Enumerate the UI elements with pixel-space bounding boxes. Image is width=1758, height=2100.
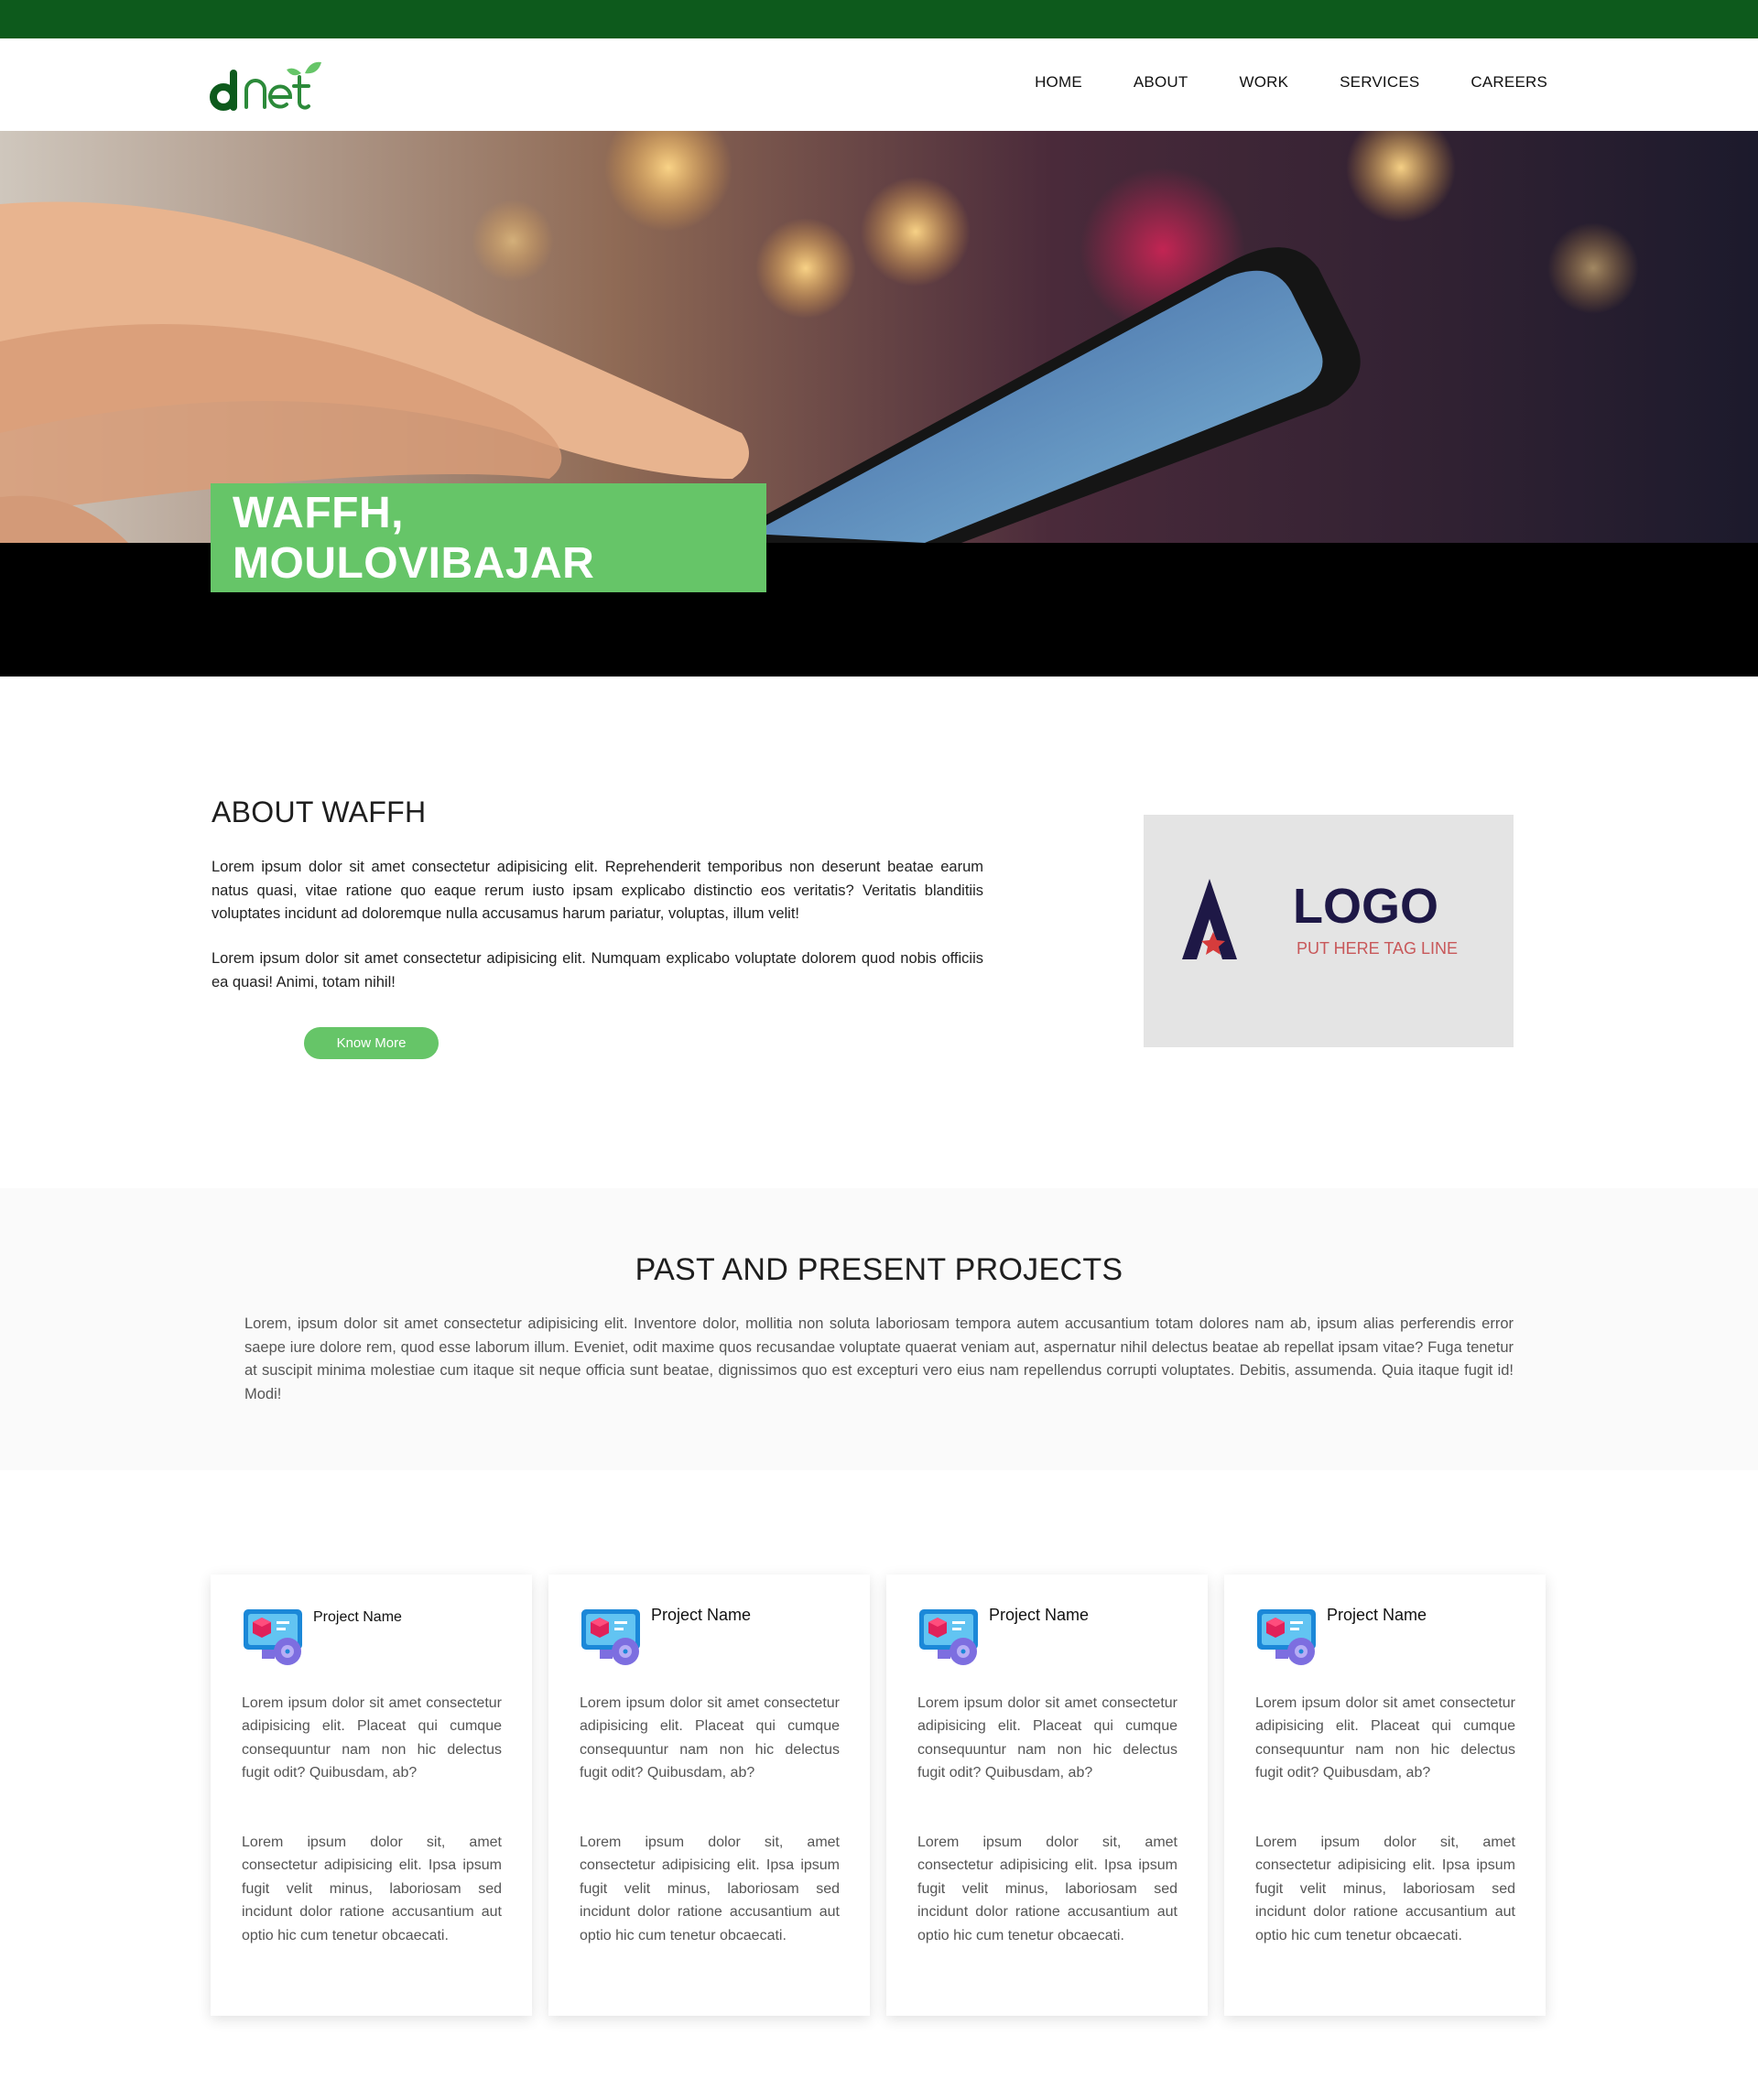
project-cards: Project Name Lorem ipsum dolor sit amet … <box>211 1575 1547 2016</box>
main-nav: HOME ABOUT WORK SERVICES CAREERS <box>983 73 1547 92</box>
top-accent-bar <box>0 0 1758 38</box>
nav-about[interactable]: ABOUT <box>1134 73 1188 92</box>
logo-text: LOGO <box>1293 879 1438 934</box>
hero-title: WAFFH, MOULOVIBAJAR <box>211 483 766 592</box>
project-card[interactable]: Project Name Lorem ipsum dolor sit amet … <box>548 1575 870 2016</box>
card-text-1: Lorem ipsum dolor sit amet consectetur a… <box>1255 1695 1515 1781</box>
project-card[interactable]: Project Name Lorem ipsum dolor sit amet … <box>1224 1575 1546 2016</box>
card-title: Project Name <box>313 1609 402 1625</box>
card-text-2: Lorem ipsum dolor sit, amet consectetur … <box>580 1835 840 1943</box>
card-text-1: Lorem ipsum dolor sit amet consectetur a… <box>242 1695 502 1781</box>
card-text-2: Lorem ipsum dolor sit, amet consectetur … <box>242 1835 502 1943</box>
card-text-2: Lorem ipsum dolor sit, amet consectetur … <box>1255 1835 1515 1943</box>
about-section: ABOUT WAFFH Lorem ipsum dolor sit amet c… <box>0 677 1758 1188</box>
about-paragraph-2: Lorem ipsum dolor sit amet consectetur a… <box>212 950 983 990</box>
card-text-1: Lorem ipsum dolor sit amet consectetur a… <box>917 1695 1177 1781</box>
card-title: Project Name <box>651 1606 752 1624</box>
navbar: HOME ABOUT WORK SERVICES CAREERS <box>0 38 1758 131</box>
monitor-cube-icon <box>244 1609 302 1665</box>
card-title: Project Name <box>1327 1606 1427 1624</box>
project-card[interactable]: Project Name Lorem ipsum dolor sit amet … <box>211 1575 532 2016</box>
nav-careers[interactable]: CAREERS <box>1470 73 1547 92</box>
about-heading: ABOUT WAFFH <box>212 796 427 828</box>
projects-heading: PAST AND PRESENT PROJECTS <box>635 1252 1123 1287</box>
card-text-2: Lorem ipsum dolor sit, amet consectetur … <box>917 1835 1177 1943</box>
logo-tagline: PUT HERE TAG LINE <box>1297 939 1458 958</box>
monitor-cube-icon <box>581 1609 640 1665</box>
card-title: Project Name <box>989 1606 1090 1624</box>
project-card[interactable]: Project Name Lorem ipsum dolor sit amet … <box>886 1575 1208 2016</box>
nav-work[interactable]: WORK <box>1239 73 1288 92</box>
card-text-1: Lorem ipsum dolor sit amet consectetur a… <box>580 1695 840 1781</box>
dnet-logo[interactable] <box>210 60 327 114</box>
hero-banner-image <box>0 131 1758 543</box>
client-logo-placeholder: LOGO PUT HERE TAG LINE <box>1144 815 1514 1047</box>
nav-home[interactable]: HOME <box>1035 73 1082 92</box>
know-more-button[interactable]: Know More <box>304 1027 439 1059</box>
monitor-cube-icon <box>919 1609 978 1665</box>
projects-intro-section: PAST AND PRESENT PROJECTS Lorem, ipsum d… <box>0 1188 1758 1470</box>
monitor-cube-icon <box>1257 1609 1316 1665</box>
projects-description: Lorem, ipsum dolor sit amet consectetur … <box>244 1315 1514 1402</box>
about-paragraph-1: Lorem ipsum dolor sit amet consectetur a… <box>212 859 983 922</box>
nav-services[interactable]: SERVICES <box>1340 73 1419 92</box>
